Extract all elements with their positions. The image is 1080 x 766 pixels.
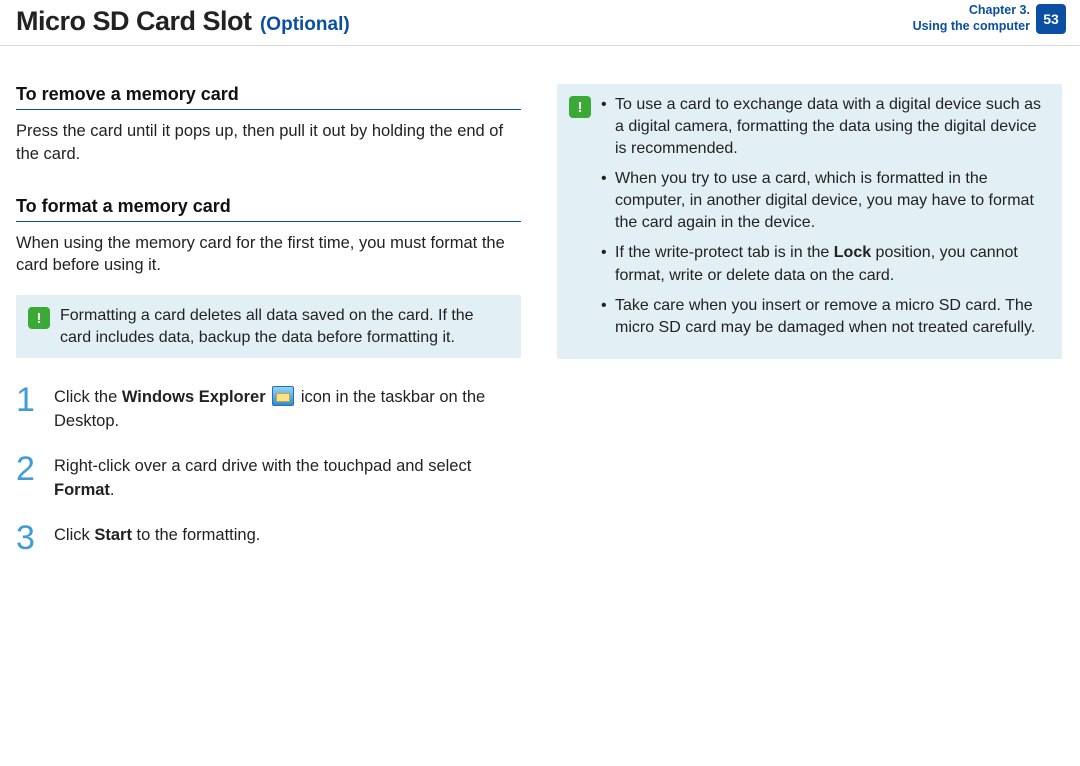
chapter-line-2: Using the computer bbox=[913, 19, 1030, 35]
step-number: 3 bbox=[16, 522, 40, 554]
step-item: 1 Click the Windows Explorer icon in the… bbox=[16, 384, 521, 433]
chapter-label: Chapter 3. Using the computer bbox=[913, 3, 1030, 34]
body: To remove a memory card Press the card u… bbox=[0, 46, 1080, 570]
header-right: Chapter 3. Using the computer 53 bbox=[913, 3, 1066, 34]
chapter-line-1: Chapter 3. bbox=[913, 3, 1030, 19]
step-body: Right-click over a card drive with the t… bbox=[54, 453, 521, 502]
step-body: Click the Windows Explorer icon in the t… bbox=[54, 384, 521, 433]
caution-icon: ! bbox=[569, 96, 591, 118]
step-item: 2 Right-click over a card drive with the… bbox=[16, 453, 521, 502]
page-title: Micro SD Card Slot bbox=[16, 6, 252, 36]
note-text: Formatting a card deletes all data saved… bbox=[60, 305, 509, 348]
note-bullet: When you try to use a card, which is for… bbox=[601, 168, 1048, 234]
bullet-bold: Lock bbox=[834, 244, 871, 261]
section-heading-format: To format a memory card bbox=[16, 196, 521, 222]
step-text-pre: Click the bbox=[54, 388, 122, 406]
page-subtitle: (Optional) bbox=[260, 14, 350, 35]
step-text-mid: to the formatting. bbox=[132, 526, 260, 544]
note-bullet-list: To use a card to exchange data with a di… bbox=[601, 94, 1048, 347]
page-header: Micro SD Card Slot (Optional) Chapter 3.… bbox=[0, 0, 1080, 46]
bullet-text: To use a card to exchange data with a di… bbox=[615, 96, 1041, 157]
step-body: Click Start to the formatting. bbox=[54, 522, 260, 554]
step-text-pre: Right-click over a card drive with the t… bbox=[54, 457, 471, 475]
section-body-remove: Press the card until it pops up, then pu… bbox=[16, 120, 521, 166]
step-number: 2 bbox=[16, 453, 40, 502]
note-box-format-warning: ! Formatting a card deletes all data sav… bbox=[16, 295, 521, 358]
bullet-text: If the write-protect tab is in the bbox=[615, 244, 834, 261]
step-item: 3 Click Start to the formatting. bbox=[16, 522, 521, 554]
format-steps: 1 Click the Windows Explorer icon in the… bbox=[16, 384, 521, 554]
section-body-format: When using the memory card for the first… bbox=[16, 232, 521, 278]
note-bullet: If the write-protect tab is in the Lock … bbox=[601, 242, 1048, 286]
step-text-pre: Click bbox=[54, 526, 94, 544]
step-text-bold: Windows Explorer bbox=[122, 388, 266, 406]
step-number: 1 bbox=[16, 384, 40, 433]
step-text-bold: Format bbox=[54, 481, 110, 499]
step-text-mid: . bbox=[110, 481, 115, 499]
section-heading-remove: To remove a memory card bbox=[16, 84, 521, 110]
left-column: To remove a memory card Press the card u… bbox=[16, 84, 521, 554]
bullet-text: Take care when you insert or remove a mi… bbox=[615, 297, 1035, 336]
windows-explorer-icon bbox=[272, 386, 294, 406]
right-column: ! To use a card to exchange data with a … bbox=[557, 84, 1062, 554]
bullet-text: When you try to use a card, which is for… bbox=[615, 170, 1034, 231]
note-bullet: Take care when you insert or remove a mi… bbox=[601, 295, 1048, 339]
page-number-badge: 53 bbox=[1036, 4, 1066, 34]
note-box-important: ! To use a card to exchange data with a … bbox=[557, 84, 1062, 359]
caution-icon: ! bbox=[28, 307, 50, 329]
step-text-bold: Start bbox=[94, 526, 132, 544]
note-bullet: To use a card to exchange data with a di… bbox=[601, 94, 1048, 160]
